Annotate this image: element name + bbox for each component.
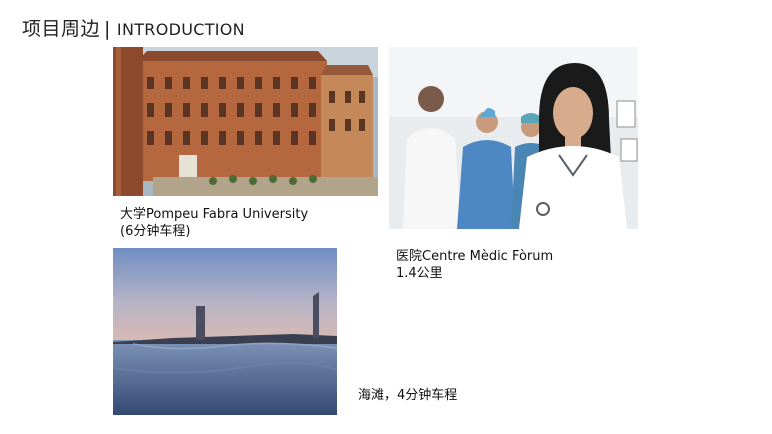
beach-label: 海滩，4分钟车程: [358, 388, 458, 403]
hospital-caption: 医院Centre Mèdic Fòrum 1.4公里: [396, 248, 553, 282]
university-distance: (6分钟车程): [120, 224, 191, 239]
title-english: INTRODUCTION: [116, 20, 245, 39]
hospital-name: 医院Centre Mèdic Fòrum: [396, 249, 554, 264]
title-chinese: 项目周边: [22, 18, 101, 40]
university-caption: 大学Pompeu Fabra University (6分钟车程): [120, 206, 308, 240]
hospital-distance: 1.4公里: [396, 266, 443, 281]
beach-caption: 海滩，4分钟车程: [358, 387, 457, 404]
university-photo: [113, 47, 378, 196]
beach-photo: [113, 248, 337, 415]
university-name: 大学Pompeu Fabra University: [120, 207, 309, 222]
title-separator: |: [104, 18, 111, 40]
hospital-photo: [389, 47, 638, 229]
page-title: 项目周边 | INTRODUCTION: [22, 14, 245, 41]
